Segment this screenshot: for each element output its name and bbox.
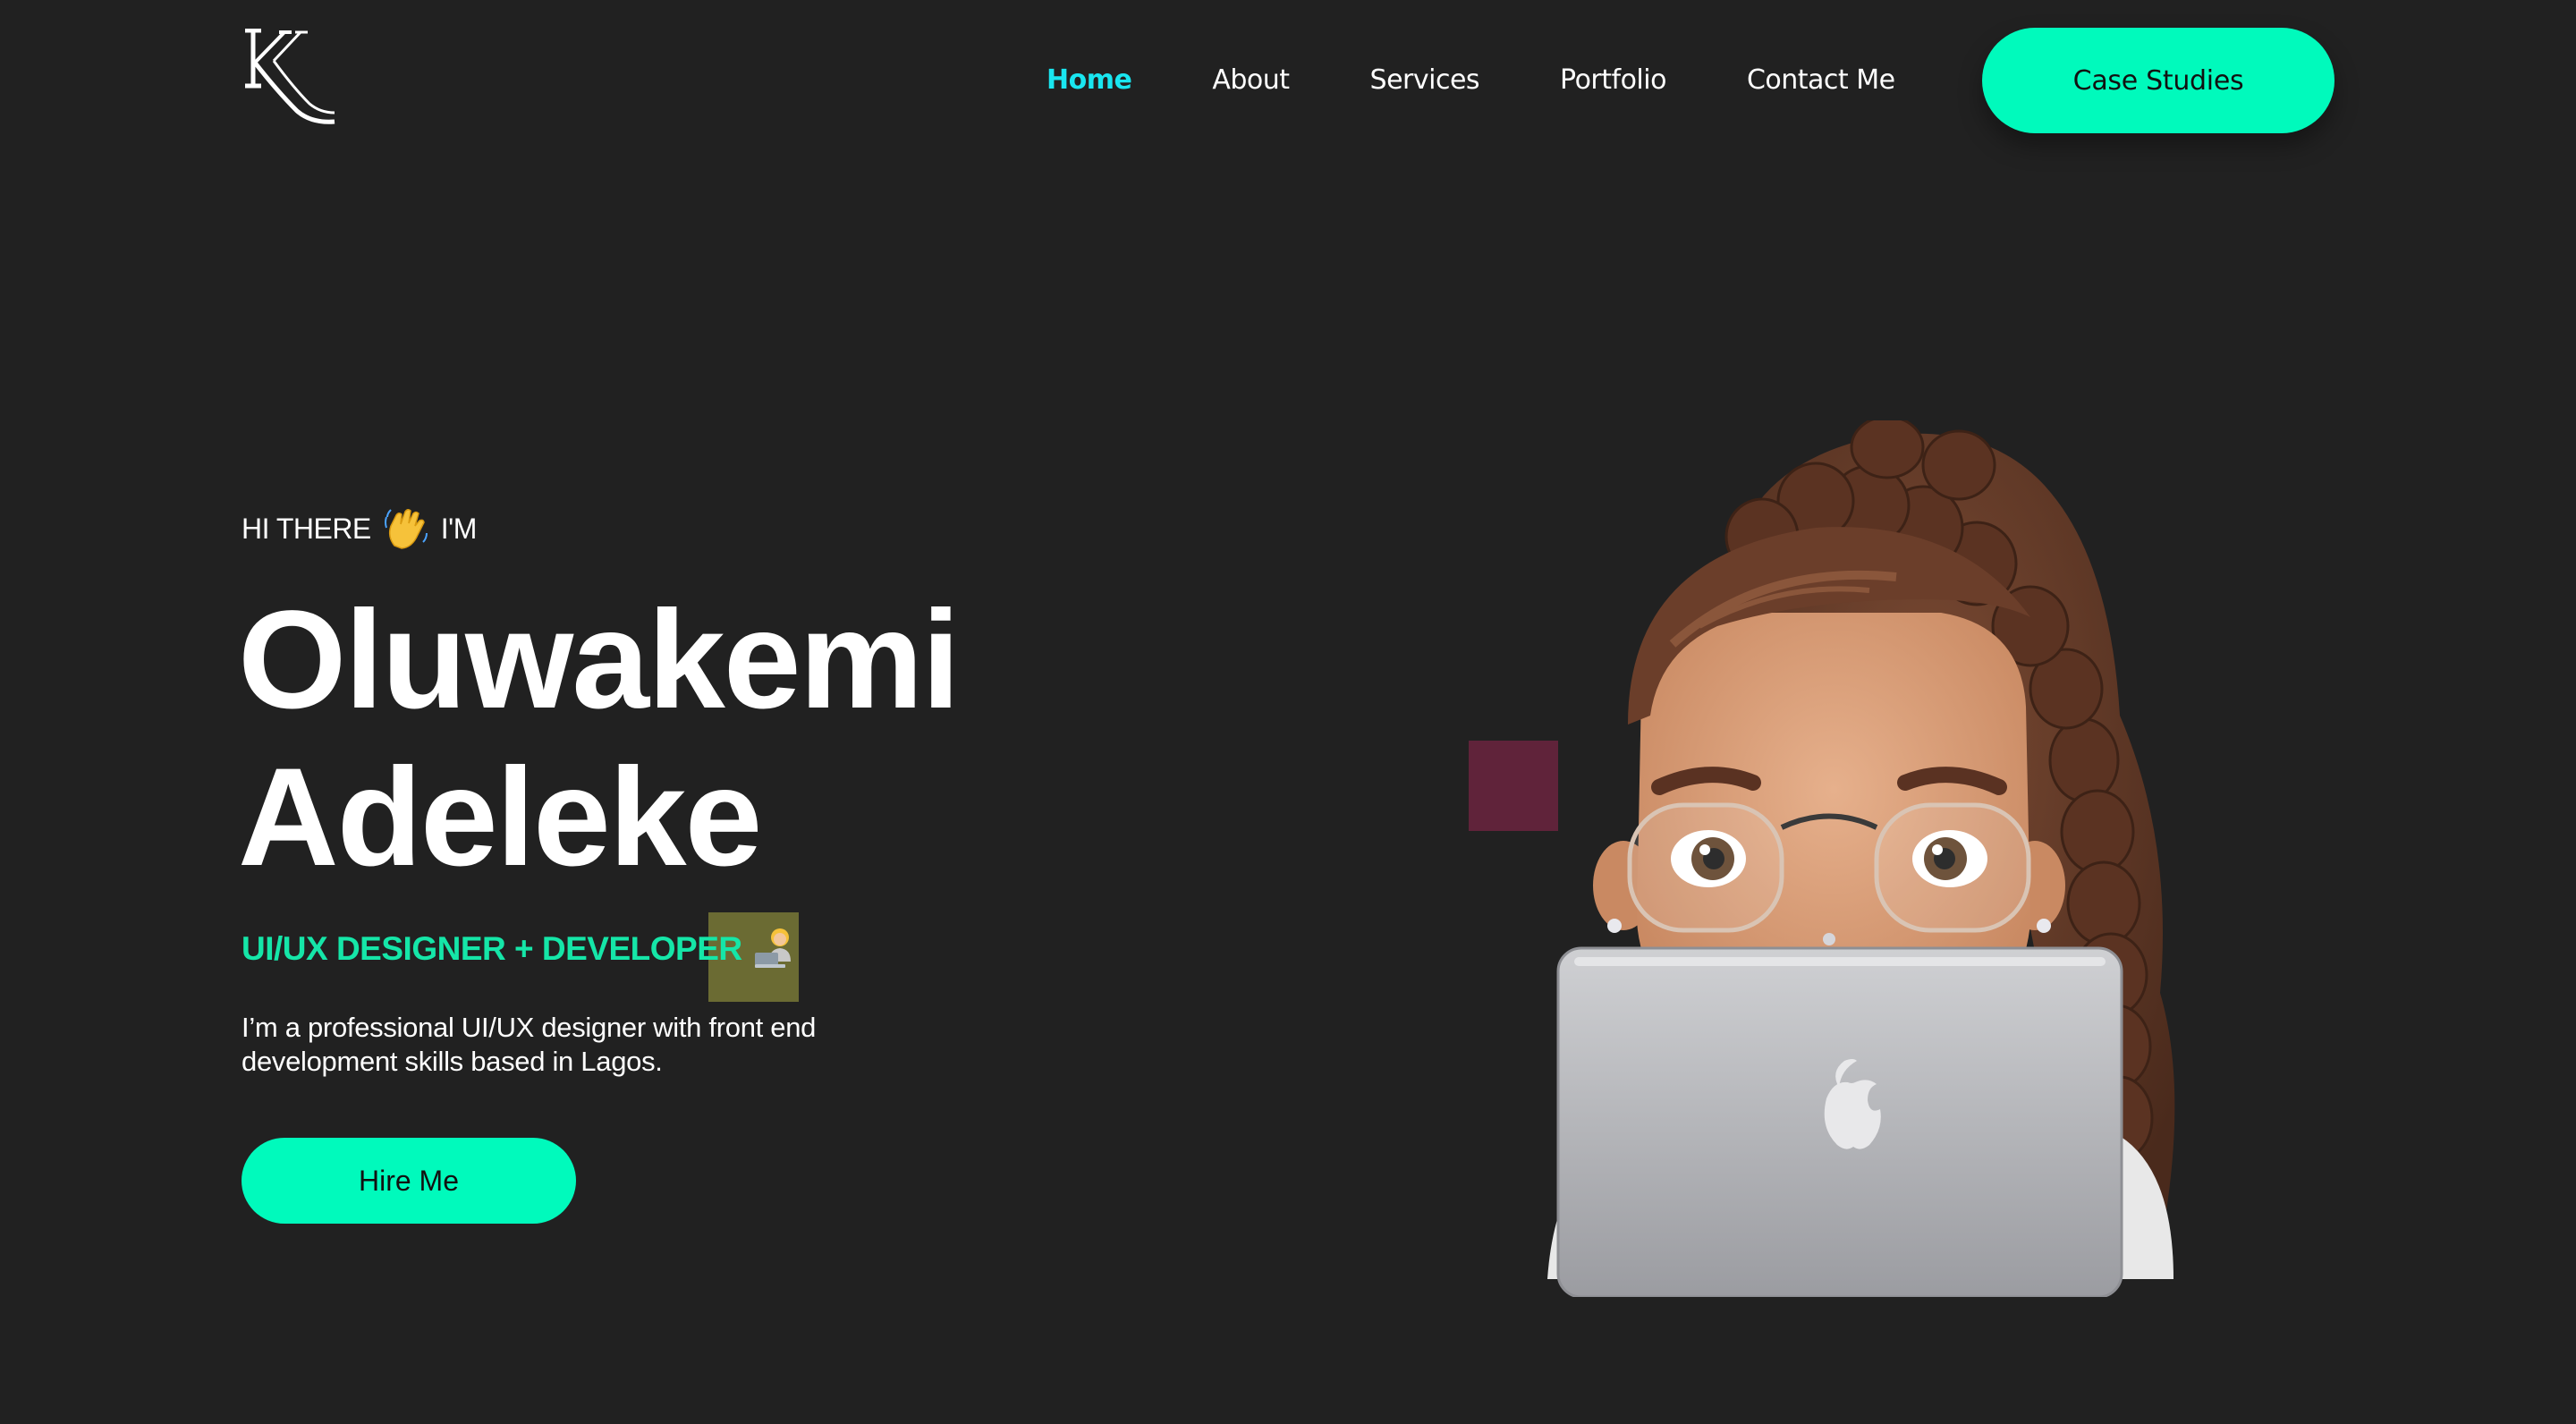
hire-me-button[interactable]: Hire Me bbox=[242, 1138, 576, 1224]
case-studies-button[interactable]: Case Studies bbox=[1982, 28, 2334, 133]
intro-text: I’m a professional UI/UX designer with f… bbox=[242, 1012, 817, 1077]
nav-portfolio[interactable]: Portfolio bbox=[1560, 64, 1666, 96]
main-nav: Home About Services Portfolio Contact Me bbox=[1046, 27, 1895, 132]
greeting-im: I'M bbox=[440, 512, 478, 545]
hero-name: Oluwakemi Adeleke bbox=[238, 581, 961, 896]
kk-logo[interactable] bbox=[242, 29, 340, 129]
nav-about[interactable]: About bbox=[1212, 64, 1290, 96]
nav-contact-me[interactable]: Contact Me bbox=[1747, 64, 1895, 96]
page: Home About Services Portfolio Contact Me… bbox=[0, 0, 2576, 1424]
hero-name-first: Oluwakemi bbox=[238, 582, 961, 738]
waving-hand-icon bbox=[384, 508, 428, 549]
greeting: HI THERE I'M bbox=[242, 506, 477, 551]
nav-home[interactable]: Home bbox=[1046, 64, 1132, 96]
greeting-text: HI THERE bbox=[242, 512, 371, 545]
role-text: UI/UX DESIGNER + DEVELOPER bbox=[242, 930, 742, 967]
nav-services[interactable]: Services bbox=[1370, 64, 1480, 96]
hero-name-last: Adeleke bbox=[238, 740, 762, 895]
technologist-icon bbox=[754, 928, 791, 968]
role-title: UI/UX DESIGNER + DEVELOPER bbox=[242, 927, 800, 971]
memoji-laptop-illustration bbox=[1547, 420, 2175, 1297]
